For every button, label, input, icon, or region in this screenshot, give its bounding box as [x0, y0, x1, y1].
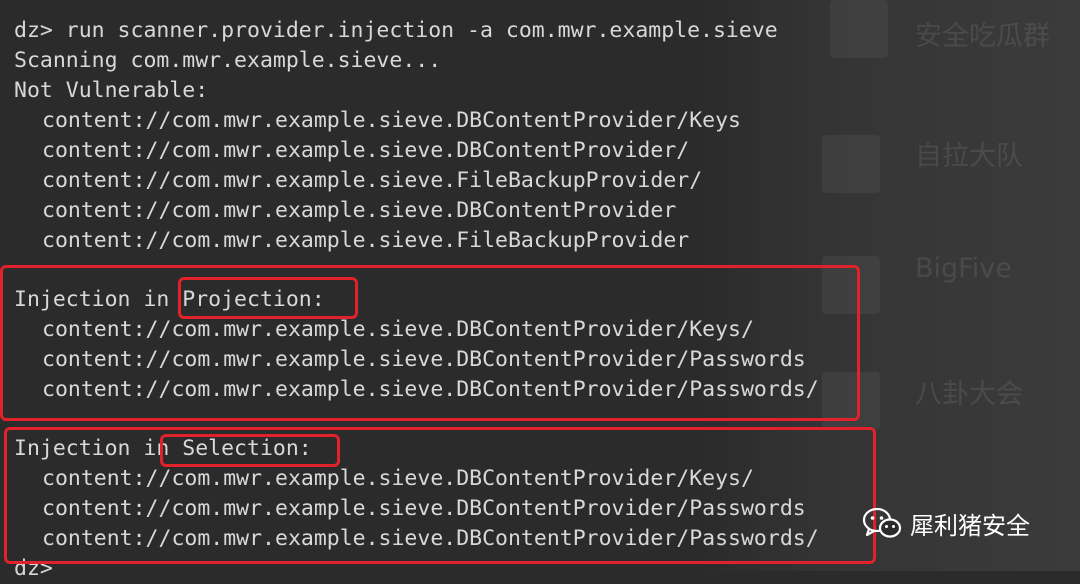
selection-highlight-box	[4, 427, 876, 564]
watermark-text: 犀利猪安全	[910, 512, 1030, 540]
command-line: dz> run scanner.provider.injection -a co…	[14, 18, 778, 43]
not-vulnerable-heading: Not Vulnerable:	[14, 78, 209, 103]
not-vulnerable-item: content://com.mwr.example.sieve.FileBack…	[42, 228, 690, 253]
watermark: 犀利猪安全	[862, 506, 1030, 541]
not-vulnerable-item: content://com.mwr.example.sieve.DBConten…	[42, 108, 741, 133]
projection-keyword-highlight	[178, 277, 358, 319]
wechat-icon	[862, 507, 902, 538]
not-vulnerable-item: content://com.mwr.example.sieve.DBConten…	[42, 138, 690, 163]
selection-keyword-highlight	[160, 434, 340, 467]
scanning-line: Scanning com.mwr.example.sieve...	[14, 48, 442, 73]
projection-highlight-box	[0, 265, 860, 421]
not-vulnerable-item: content://com.mwr.example.sieve.FileBack…	[42, 168, 703, 193]
not-vulnerable-item: content://com.mwr.example.sieve.DBConten…	[42, 198, 677, 223]
